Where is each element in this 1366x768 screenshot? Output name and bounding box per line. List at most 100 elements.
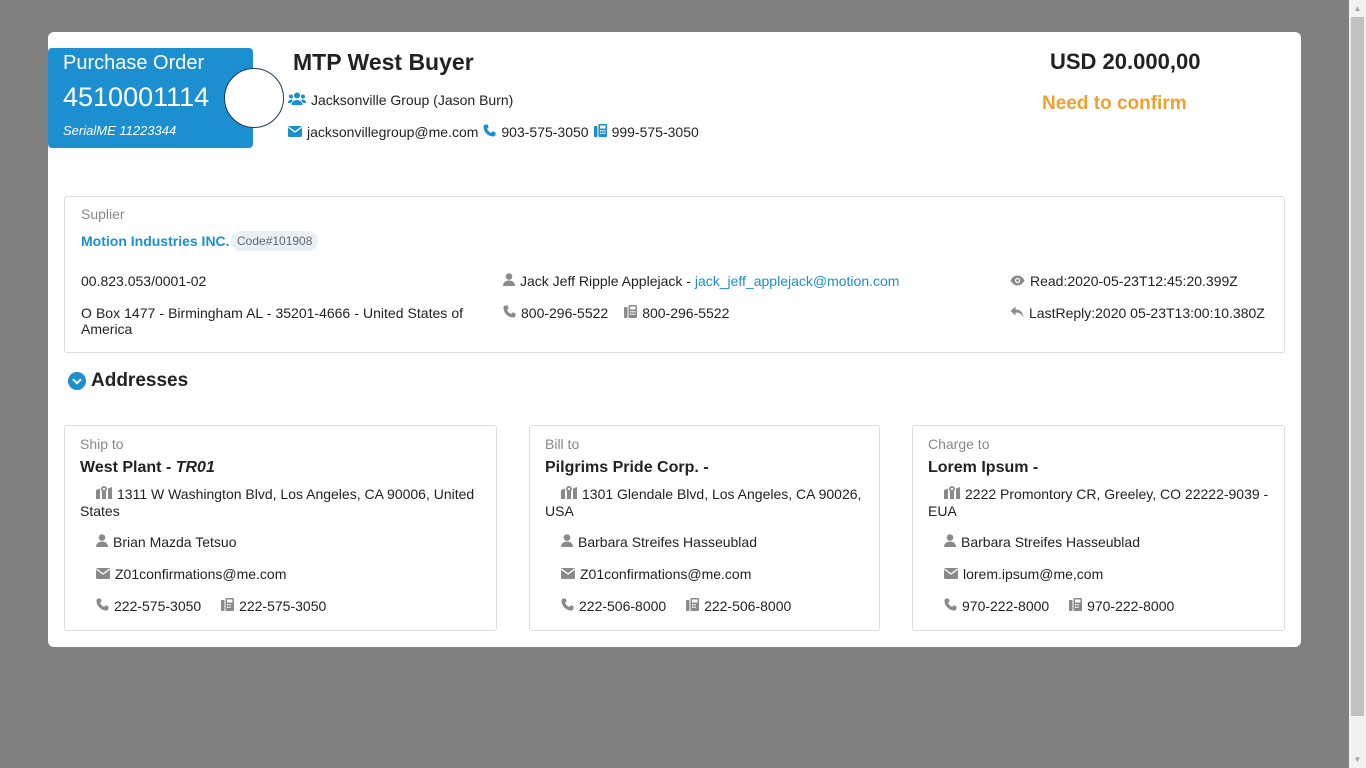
ship-to-fax: 222-575-3050 bbox=[239, 598, 327, 614]
avatar bbox=[224, 68, 284, 128]
charge-to-email-row: lorem.ipsum@me,com bbox=[928, 566, 1103, 583]
charge-to-street: 2222 Promontory CR, Greeley, CO 22222-90… bbox=[928, 486, 1269, 519]
bill-to-email[interactable]: Z01confirmations@me.com bbox=[580, 566, 751, 582]
supplier-section: Suplier Motion Industries INC. Code#1019… bbox=[64, 196, 1285, 353]
supplier-read-row: Read:2020-05-23T12:45:20.399Z bbox=[1010, 273, 1238, 289]
supplier-contact-row: Jack Jeff Ripple Applejack - jack_jeff_a… bbox=[503, 273, 899, 289]
buyer-fax: 999-575-3050 bbox=[611, 124, 699, 140]
phone-icon bbox=[503, 305, 516, 321]
ship-to-code: TR01 bbox=[175, 459, 215, 476]
ship-to-label: Ship to bbox=[80, 436, 124, 452]
supplier-tax-id: 00.823.053/0001-02 bbox=[81, 273, 207, 289]
user-icon bbox=[561, 534, 573, 551]
supplier-last-reply: LastReply:2020 05-23T13:00:10.380Z bbox=[1029, 305, 1265, 321]
user-icon bbox=[96, 534, 108, 551]
buyer-email[interactable]: jacksonvillegroup@me.com bbox=[307, 124, 478, 140]
phone-icon bbox=[483, 124, 496, 140]
supplier-contact-name: Jack Jeff Ripple Applejack - bbox=[520, 273, 691, 289]
supplier-contact-email[interactable]: jack_jeff_applejack@motion.com bbox=[695, 273, 900, 289]
addresses-toggle[interactable]: Addresses bbox=[68, 370, 188, 392]
buyer-name: MTP West Buyer bbox=[293, 49, 474, 75]
map-icon bbox=[96, 486, 112, 503]
scrollbar-thumb[interactable] bbox=[1351, 17, 1364, 716]
envelope-icon bbox=[288, 125, 302, 140]
charge-to-phone-row: 970-222-8000 970-222-8000 bbox=[928, 598, 1174, 615]
phone-icon bbox=[944, 598, 957, 615]
bill-to-contact-row: Barbara Streifes Hasseublad bbox=[545, 534, 757, 551]
ship-to-phone: 222-575-3050 bbox=[114, 598, 202, 614]
buyer-group-row: Jacksonville Group (Jason Burn) bbox=[288, 92, 513, 108]
ship-to-street-row: 1311 W Washington Blvd, Los Angeles, CA … bbox=[80, 486, 481, 519]
charge-to-contact-row: Barbara Streifes Hasseublad bbox=[928, 534, 1140, 551]
supplier-phone-row: 800-296-5522 800-296-5522 bbox=[503, 305, 729, 321]
scroll-down-icon[interactable]: ▼ bbox=[1349, 751, 1366, 768]
user-icon bbox=[944, 534, 956, 551]
map-icon bbox=[561, 486, 577, 503]
purchase-order-card: Purchase Order 4510001114 SerialME 11223… bbox=[48, 32, 1301, 647]
ship-to-phone-row: 222-575-3050 222-575-3050 bbox=[80, 598, 326, 615]
ship-to-email[interactable]: Z01confirmations@me.com bbox=[115, 566, 286, 582]
scroll-up-icon[interactable]: ▲ bbox=[1349, 0, 1366, 17]
chevron-down-icon[interactable] bbox=[68, 372, 86, 390]
map-icon bbox=[944, 486, 960, 503]
charge-to-fax: 970-222-8000 bbox=[1087, 598, 1175, 614]
bill-to-label: Bill to bbox=[545, 436, 580, 452]
supplier-fax: 800-296-5522 bbox=[642, 305, 730, 321]
buyer-group: Jacksonville Group (Jason Burn) bbox=[311, 92, 514, 108]
envelope-icon bbox=[561, 567, 575, 583]
fax-icon bbox=[624, 305, 638, 321]
bill-to-street: 1301 Glendale Blvd, Los Angeles, CA 9002… bbox=[545, 486, 862, 519]
vertical-scrollbar[interactable]: ▲ ▼ bbox=[1349, 0, 1366, 768]
envelope-icon bbox=[96, 567, 110, 583]
bill-to-phone-row: 222-506-8000 222-506-8000 bbox=[545, 598, 791, 615]
bill-to-name: Pilgrims Pride Corp. - bbox=[545, 459, 709, 476]
supplier-phone: 800-296-5522 bbox=[521, 305, 609, 321]
ship-to-contact: Brian Mazda Tetsuo bbox=[113, 534, 237, 550]
po-serial: SerialME 11223344 bbox=[63, 123, 177, 138]
ship-to-contact-row: Brian Mazda Tetsuo bbox=[80, 534, 236, 551]
phone-icon bbox=[96, 598, 109, 615]
fax-icon bbox=[221, 598, 235, 615]
ship-to-email-row: Z01confirmations@me.com bbox=[80, 566, 286, 583]
fax-icon bbox=[1069, 598, 1083, 615]
bill-to-email-row: Z01confirmations@me.com bbox=[545, 566, 751, 583]
reply-icon bbox=[1010, 306, 1024, 321]
ship-to-street: 1311 W Washington Blvd, Los Angeles, CA … bbox=[80, 486, 475, 519]
eye-icon bbox=[1010, 274, 1025, 289]
supplier-reply-row: LastReply:2020 05-23T13:00:10.380Z bbox=[1010, 305, 1265, 321]
supplier-section-label: Suplier bbox=[81, 206, 125, 222]
bill-to-card: Bill to Pilgrims Pride Corp. - 1301 Glen… bbox=[529, 425, 880, 631]
charge-to-card: Charge to Lorem Ipsum - 2222 Promontory … bbox=[912, 425, 1285, 631]
supplier-name[interactable]: Motion Industries INC. bbox=[81, 233, 230, 249]
po-title: Purchase Order bbox=[63, 52, 205, 74]
ship-to-card: Ship to West Plant - TR01 1311 W Washing… bbox=[64, 425, 497, 631]
users-icon bbox=[288, 92, 306, 108]
charge-to-contact: Barbara Streifes Hasseublad bbox=[961, 534, 1140, 550]
ship-to-name: West Plant - TR01 bbox=[80, 459, 215, 477]
order-amount: USD 20.000,00 bbox=[1050, 49, 1201, 74]
bill-to-contact: Barbara Streifes Hasseublad bbox=[578, 534, 757, 550]
fax-icon bbox=[686, 598, 700, 615]
fax-icon bbox=[593, 124, 607, 140]
addresses-title: Addresses bbox=[91, 370, 189, 391]
charge-to-label: Charge to bbox=[928, 436, 990, 452]
purchase-order-badge: Purchase Order 4510001114 SerialME 11223… bbox=[48, 48, 253, 148]
ship-to-name-text: West Plant - bbox=[80, 459, 176, 476]
bill-to-phone: 222-506-8000 bbox=[579, 598, 667, 614]
po-number: 4510001114 bbox=[63, 82, 210, 112]
supplier-code-badge: Code#101908 bbox=[231, 231, 319, 251]
supplier-read-time: Read:2020-05-23T12:45:20.399Z bbox=[1030, 273, 1238, 289]
charge-to-street-row: 2222 Promontory CR, Greeley, CO 22222-90… bbox=[928, 486, 1269, 519]
user-icon bbox=[503, 273, 515, 289]
status-badge[interactable]: Need to confirm bbox=[1042, 93, 1187, 115]
charge-to-name: Lorem Ipsum - bbox=[928, 459, 1039, 476]
bill-to-fax: 222-506-8000 bbox=[704, 598, 792, 614]
charge-to-phone: 970-222-8000 bbox=[962, 598, 1050, 614]
buyer-contact-row: jacksonvillegroup@me.com 903-575-3050 99… bbox=[288, 124, 699, 140]
charge-to-email[interactable]: lorem.ipsum@me,com bbox=[963, 566, 1103, 582]
supplier-address: O Box 1477 - Birmingham AL - 35201-4666 … bbox=[81, 305, 463, 337]
phone-icon bbox=[561, 598, 574, 615]
bill-to-street-row: 1301 Glendale Blvd, Los Angeles, CA 9002… bbox=[545, 486, 864, 519]
buyer-phone: 903-575-3050 bbox=[501, 124, 589, 140]
envelope-icon bbox=[944, 567, 958, 583]
